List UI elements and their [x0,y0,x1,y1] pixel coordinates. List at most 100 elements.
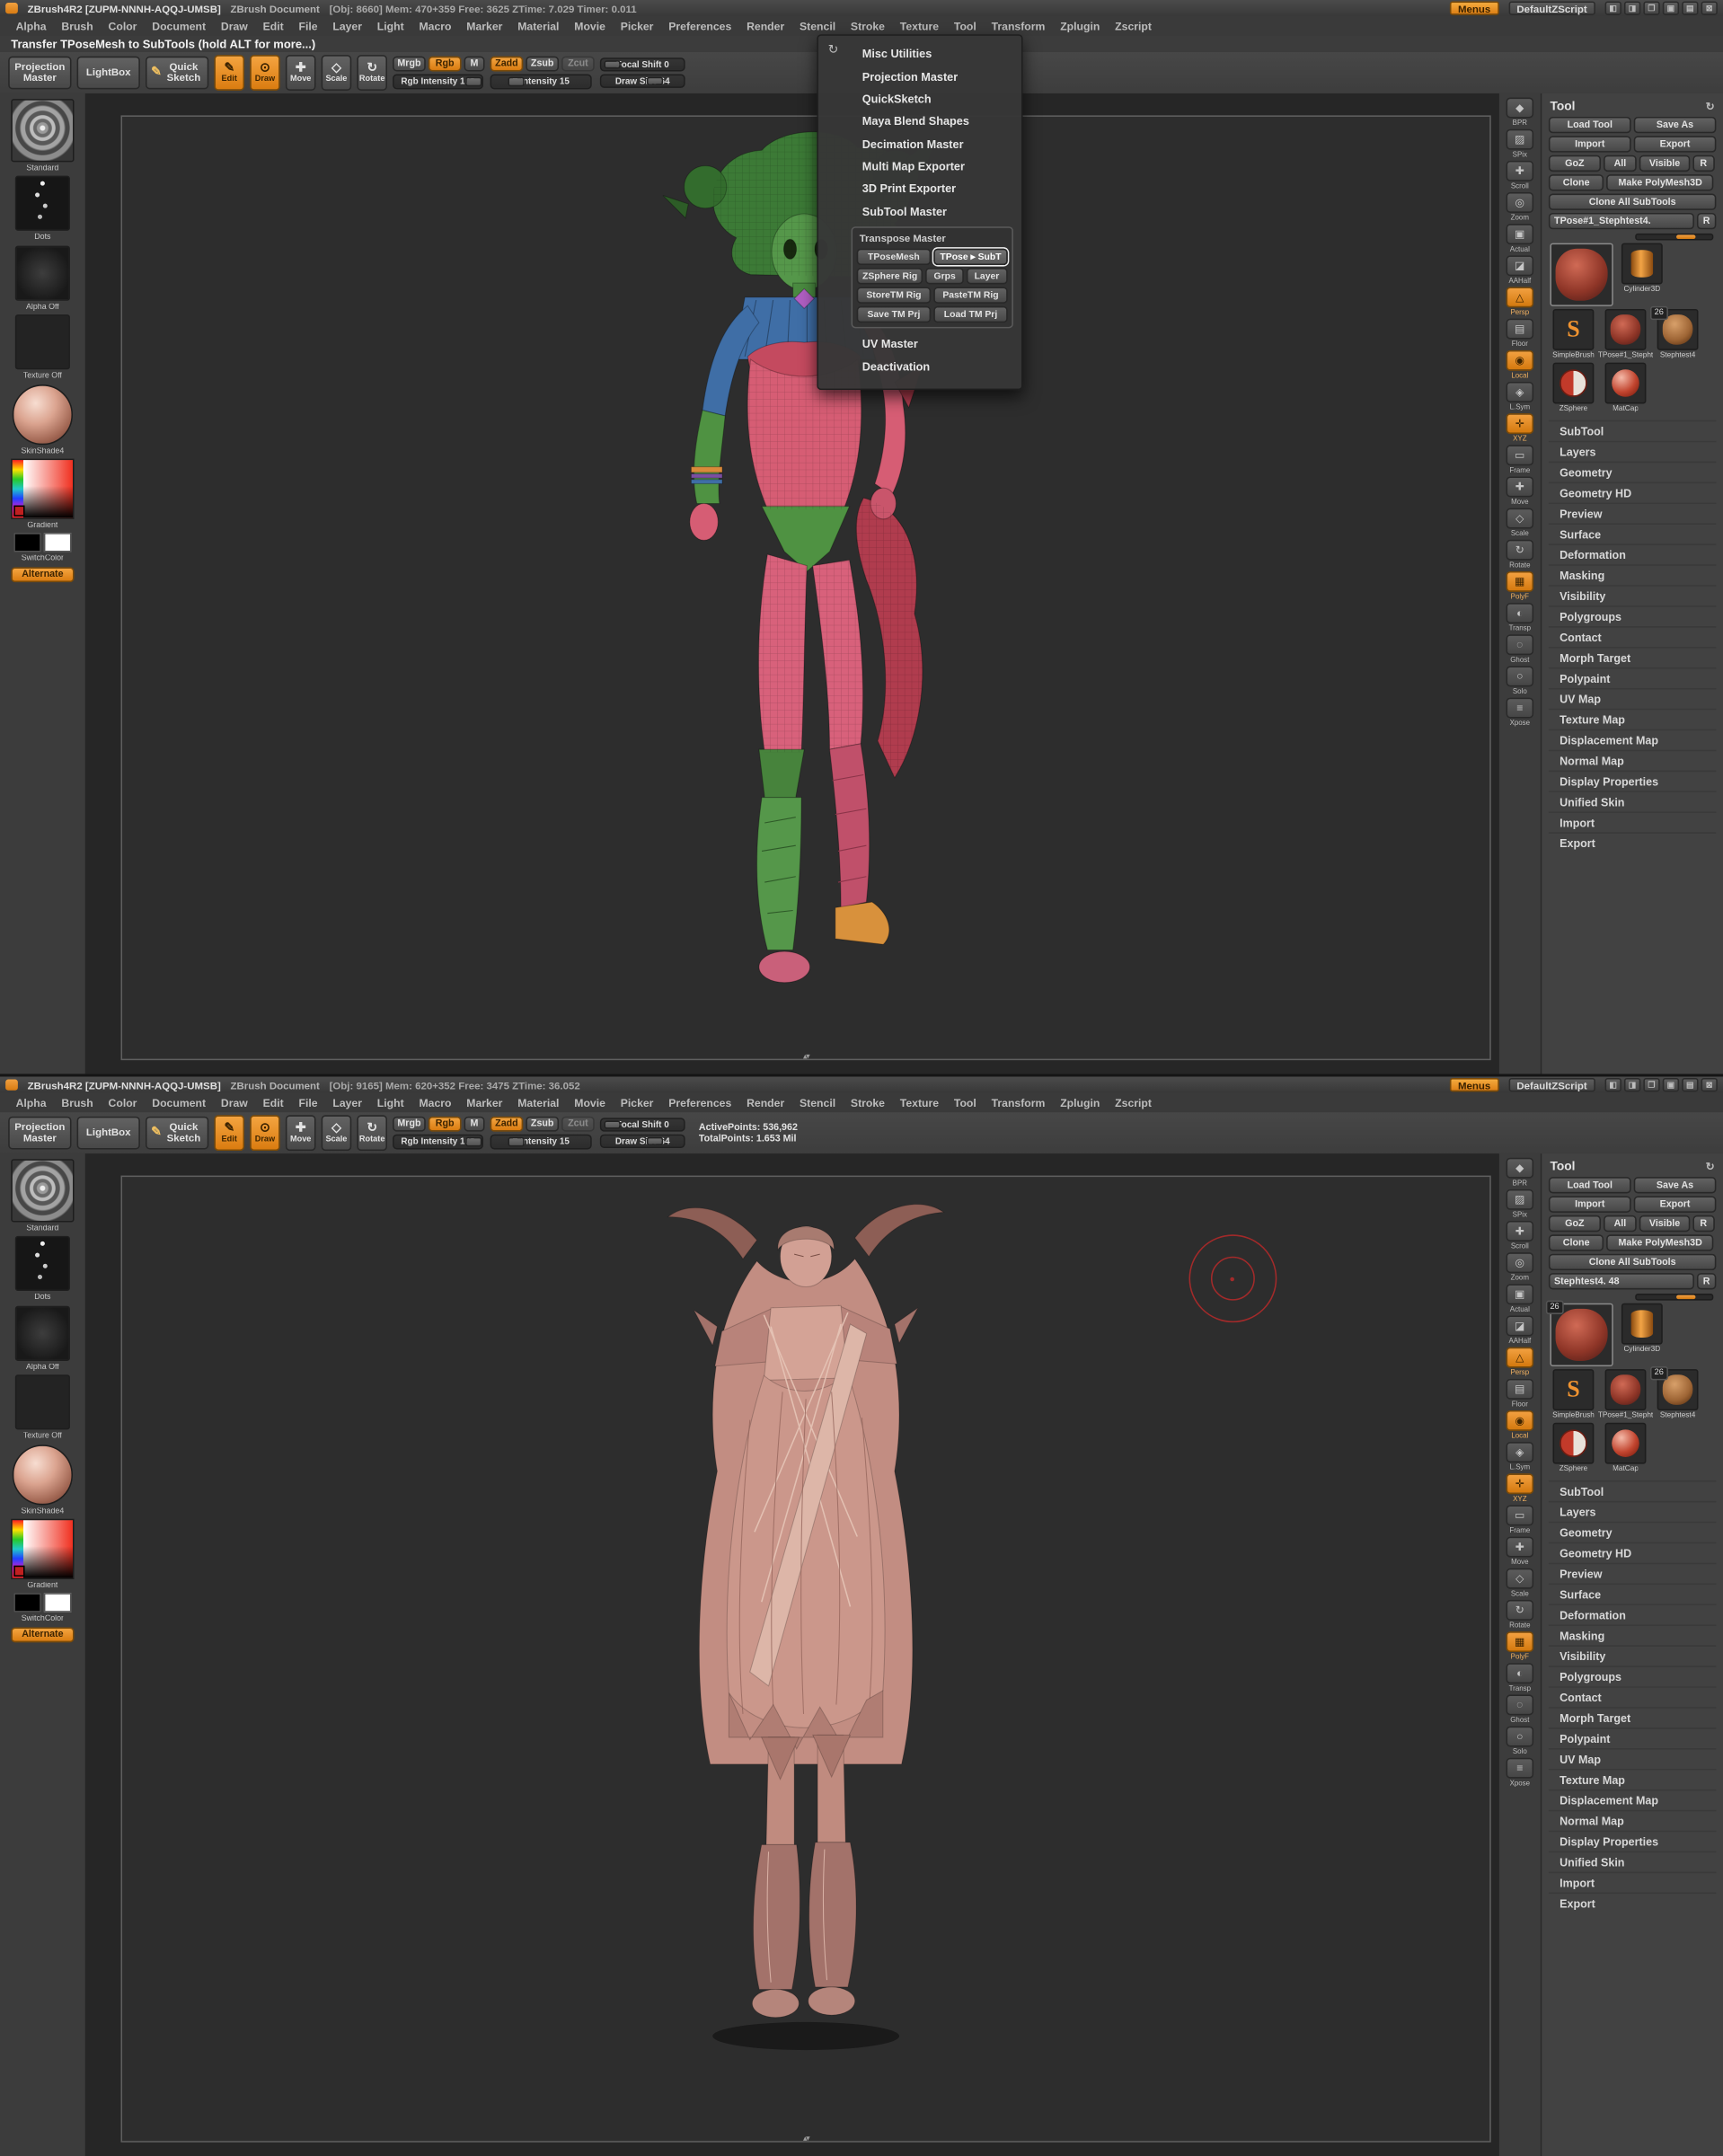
secondary-color-swatch[interactable] [43,533,72,552]
right-shelf-icon[interactable]: ▭ [1506,1505,1534,1526]
scale-mode-button[interactable]: ◇ Scale [321,55,352,91]
tool-thumbnail-image[interactable] [1621,1303,1663,1345]
rgb-button[interactable]: Rgb [428,56,462,72]
tool-subpalette-header[interactable]: Texture Map [1548,708,1717,729]
menu-item[interactable]: Movie [567,1097,613,1109]
right-shelf-icon[interactable]: ◉ [1506,1409,1534,1431]
tool-preview-slider[interactable] [1635,233,1713,241]
tool-subpalette-header[interactable]: Normal Map [1548,1809,1717,1831]
menu-item[interactable]: Document [145,1097,214,1109]
window-control-icon[interactable]: ⊠ [1701,1,1718,15]
tool-panel-button[interactable]: All [1603,1215,1638,1233]
right-shelf-icon[interactable]: ◪ [1506,1315,1534,1337]
right-shelf-item[interactable]: ○ Solo [1501,1726,1538,1756]
right-shelf-item[interactable]: ✚ Move [1501,1536,1538,1567]
m-button[interactable]: M [464,56,485,72]
right-shelf-icon[interactable]: ◐ [1506,603,1534,624]
menu-item[interactable]: Material [510,1097,567,1109]
right-shelf-icon[interactable]: ✚ [1506,1536,1534,1558]
zsub-button[interactable]: Zsub [526,1116,560,1132]
menu-item[interactable]: Texture [892,1097,946,1109]
menu-item[interactable]: Alpha [8,20,54,32]
tool-subpalette-header[interactable]: Texture Map [1548,1768,1717,1789]
tool-panel-button[interactable]: Make PolyMesh3D [1606,174,1714,191]
right-shelf-icon[interactable]: ◉ [1506,349,1534,371]
tool-subpalette-header[interactable]: Import [1548,1871,1717,1893]
rgb-intensity-slider[interactable]: Rgb Intensity 100 [393,74,483,90]
tool-subpalette-header[interactable]: UV Map [1548,687,1717,709]
tool-panel-button[interactable]: Clone All SubTools [1548,193,1717,210]
transpose-master-button[interactable]: Layer [966,268,1008,285]
tool-panel-button[interactable]: Import [1548,136,1631,153]
right-shelf-icon[interactable]: ◎ [1506,1252,1534,1274]
right-shelf-item[interactable]: ✛ XYZ [1501,1473,1538,1504]
menu-item[interactable]: File [291,20,325,32]
m-button[interactable]: M [464,1116,485,1132]
window-control-icon[interactable]: ▤ [1682,1078,1699,1092]
right-shelf-icon[interactable]: ▣ [1506,224,1534,245]
tool-subpalette-header[interactable]: Normal Map [1548,749,1717,771]
restore-configuration-icon[interactable]: ↻ [1706,100,1715,112]
main-color-swatch[interactable] [13,533,41,552]
zadd-button[interactable]: Zadd [490,56,524,72]
z-intensity-slider[interactable]: Z Intensity 15 [490,1134,592,1150]
tool-subpalette-header[interactable]: Morph Target [1548,647,1717,667]
right-shelf-icon[interactable]: ◈ [1506,1442,1534,1463]
zplugin-menu-item[interactable]: Multi Map Exporter [829,155,1013,178]
right-shelf-item[interactable]: ▣ Actual [1501,1284,1538,1314]
current-tool-name[interactable]: Stephtest4. 48 [1548,1273,1694,1290]
right-shelf-icon[interactable]: ◎ [1506,192,1534,213]
tool-thumbnail[interactable]: SimpleBrush [1549,1369,1598,1420]
right-shelf-item[interactable]: ↻ Rotate [1501,1599,1538,1630]
menu-item[interactable]: Transform [984,20,1053,32]
draw-size-slider[interactable]: Draw Size 64 [599,1134,685,1148]
tool-thumbnail[interactable]: 26 Stephtest4 [1650,305,1702,360]
right-shelf-item[interactable]: ▭ Frame [1501,445,1538,475]
right-shelf-icon[interactable]: ○ [1506,666,1534,687]
right-shelf-icon[interactable]: ≡ [1506,1757,1534,1779]
right-shelf-item[interactable]: ✚ Scroll [1501,160,1538,190]
tool-panel-button[interactable]: Clone [1548,1234,1604,1251]
menu-item[interactable]: Light [369,1097,411,1109]
tool-thumbnail[interactable]: MatCap [1601,362,1650,413]
focal-shift-slider[interactable]: Focal Shift 0 [599,57,685,72]
menu-item[interactable]: Draw [213,20,255,32]
right-shelf-item[interactable]: ◪ AAHalf [1501,1315,1538,1346]
right-shelf-icon[interactable]: ▦ [1506,1631,1534,1653]
tool-subpalette-header[interactable]: Layers [1548,1500,1717,1522]
right-shelf-item[interactable]: ◎ Zoom [1501,1252,1538,1283]
focal-shift-slider[interactable]: Focal Shift 0 [599,1118,685,1132]
tool-subpalette-header[interactable]: Geometry HD [1548,482,1717,503]
saturation-value-box[interactable] [22,1520,73,1578]
zplugin-menu-item[interactable]: QuickSketch [829,87,1013,110]
right-shelf-icon[interactable]: ✚ [1506,1221,1534,1241]
tool-thumbnail-image[interactable] [1604,1422,1647,1464]
menu-item[interactable]: Tool [946,20,984,32]
right-shelf-item[interactable]: ▤ Floor [1501,318,1538,349]
current-stroke-thumbnail[interactable] [14,1236,70,1292]
tool-subpalette-header[interactable]: Export [1548,832,1717,853]
tool-subpalette-header[interactable]: Polygroups [1548,1666,1717,1686]
projection-master-button[interactable]: Projection Master [8,56,72,90]
tool-thumbnail[interactable]: ZSphere [1549,362,1598,413]
tool-subpalette-header[interactable]: Displacement Map [1548,729,1717,750]
document-viewport[interactable]: ▴▾ [120,115,1491,1061]
right-shelf-item[interactable]: ◈ L.Sym [1501,381,1538,412]
current-brush-thumbnail[interactable] [11,99,75,163]
tool-thumbnail-image[interactable] [1552,1369,1595,1410]
right-shelf-icon[interactable]: ≡ [1506,697,1534,719]
menu-item[interactable]: Zplugin [1053,1097,1108,1109]
right-shelf-icon[interactable]: ▭ [1506,445,1534,466]
menu-item[interactable]: Layer [325,20,369,32]
move-mode-button[interactable]: ✚ Move [285,55,316,91]
tool-subpalette-header[interactable]: Surface [1548,523,1717,543]
current-alpha-thumbnail[interactable] [14,245,70,301]
right-shelf-icon[interactable]: △ [1506,1347,1534,1368]
menu-item[interactable]: Macro [411,1097,459,1109]
zplugin-menu-item[interactable]: Maya Blend Shapes [829,110,1013,132]
transpose-master-button[interactable]: TPose ▸ SubT [933,248,1008,266]
tool-subpalette-header[interactable]: UV Map [1548,1748,1717,1769]
current-brush-thumbnail[interactable] [11,1159,75,1223]
right-shelf-icon[interactable]: ◆ [1506,97,1534,119]
tool-subpalette-header[interactable]: Unified Skin [1548,1851,1717,1872]
